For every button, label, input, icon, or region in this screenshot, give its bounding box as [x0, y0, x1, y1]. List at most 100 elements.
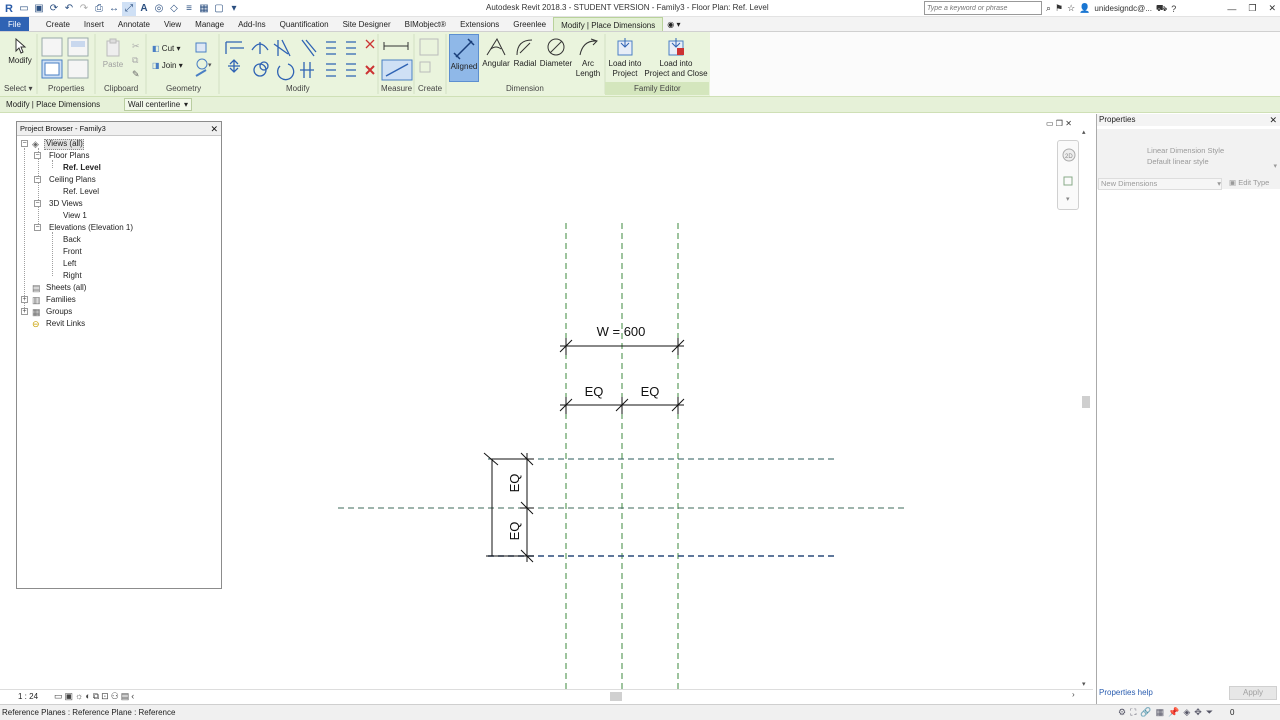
vertical-scroll-thumb[interactable] [1082, 396, 1090, 408]
user-icon[interactable]: 👤 [1079, 3, 1090, 14]
tree-view-1[interactable]: View 1 [63, 210, 87, 222]
select-panel-label[interactable]: Select ▾ [4, 84, 32, 93]
measure-icon[interactable]: ↔ [107, 2, 121, 16]
collapse-icon[interactable]: − [34, 176, 41, 183]
3d-view-icon[interactable]: ◎ [152, 2, 166, 16]
tab-bimobject[interactable]: BIMobject® [398, 17, 453, 31]
zoom-icon[interactable] [1063, 176, 1073, 186]
expand-icon[interactable]: + [21, 296, 28, 303]
width-dimension[interactable] [559, 338, 685, 355]
eq-label-bottom[interactable]: EQ [507, 522, 522, 541]
tab-annotate[interactable]: Annotate [111, 17, 157, 31]
close-window-icon[interactable]: ✕ [1268, 3, 1276, 14]
tree-3d-views[interactable]: 3D Views [49, 198, 83, 210]
filter-icon[interactable]: ⏷ [1206, 707, 1217, 717]
tree-elevations[interactable]: Elevations (Elevation 1) [49, 222, 133, 234]
tab-quantification[interactable]: Quantification [273, 17, 336, 31]
visual-style-icon[interactable]: ▣ [65, 691, 76, 701]
apply-button[interactable]: Apply [1229, 686, 1277, 700]
help-icon[interactable]: ? [1171, 4, 1176, 14]
sun-path-icon[interactable]: ☼ [75, 691, 85, 701]
drag-elements-icon[interactable]: ✥ [1194, 707, 1206, 717]
undo-icon[interactable]: ↶ [62, 2, 76, 16]
tab-site-designer[interactable]: Site Designer [336, 17, 398, 31]
view-close-icon[interactable]: ✕ [1065, 119, 1072, 128]
tree-elevation-front[interactable]: Front [63, 246, 82, 258]
clipboard-small-icons[interactable]: ✂ ⧉ ✎ [130, 40, 144, 80]
redo-icon[interactable]: ↷ [77, 2, 91, 16]
design-options-icon[interactable]: ⛶ [1130, 707, 1140, 717]
tab-manage[interactable]: Manage [188, 17, 231, 31]
close-hidden-icon[interactable]: ▢ [212, 2, 226, 16]
cart-icon[interactable]: ⛟ [1156, 3, 1167, 15]
select-underlay-icon[interactable]: ▦ [1156, 707, 1169, 717]
aligned-dimension-button[interactable]: Aligned [449, 34, 479, 82]
tree-elevation-left[interactable]: Left [63, 258, 76, 270]
tree-ceiling-plans[interactable]: Ceiling Plans [49, 174, 96, 186]
angular-dimension-button[interactable]: Angular [482, 37, 510, 68]
reveal-hidden-icon[interactable]: ▤ [121, 691, 132, 701]
eq-label-top[interactable]: EQ [507, 474, 522, 493]
properties-help-link[interactable]: Properties help [1099, 688, 1153, 697]
minimize-icon[interactable]: — [1227, 4, 1236, 14]
tab-greenlee[interactable]: Greenlee [506, 17, 553, 31]
shadows-icon[interactable]: ◐ [85, 691, 92, 701]
tree-elevation-back[interactable]: Back [63, 234, 81, 246]
eq-label-left[interactable]: EQ [585, 384, 604, 399]
geometry-small-icons[interactable]: ▾ [193, 40, 217, 80]
show-crop-icon[interactable]: ⊡ [101, 691, 111, 701]
revit-logo-icon[interactable]: R [2, 2, 16, 16]
switch-windows-icon[interactable]: ▦ [197, 2, 211, 16]
instance-filter-select[interactable]: New Dimensions ▾ [1098, 178, 1222, 190]
print-icon[interactable]: ⎙ [92, 2, 106, 16]
width-dimension-label[interactable]: W = 600 [597, 324, 646, 339]
create-group-icons[interactable] [417, 36, 443, 82]
tab-add-ins[interactable]: Add-Ins [231, 17, 273, 31]
view-restore-icon[interactable]: ❐ [1056, 119, 1063, 128]
expand-icon[interactable]: + [21, 308, 28, 315]
tab-create[interactable]: Create [39, 17, 77, 31]
scroll-up-icon[interactable]: ▴ [1082, 128, 1086, 136]
tab-modify-place-dimensions[interactable]: Modify | Place Dimensions [553, 17, 664, 31]
favorites-icon[interactable]: ☆ [1067, 3, 1075, 14]
vertical-scrollbar[interactable]: ▴ ▾ [1081, 128, 1091, 689]
eq-horizontal-dimension[interactable] [559, 397, 685, 414]
tree-ceiling-plan-ref-level[interactable]: Ref. Level [63, 186, 99, 198]
join-button[interactable]: ◨ Join ▾ [152, 61, 183, 70]
radial-dimension-button[interactable]: Radial [512, 37, 538, 68]
temporary-hide-icon[interactable]: ⚇ [111, 691, 121, 701]
tree-families[interactable]: Families [46, 294, 76, 306]
collapse-icon[interactable]: − [34, 152, 41, 159]
thin-lines-icon[interactable]: ≡ [182, 2, 196, 16]
eq-label-right[interactable]: EQ [641, 384, 660, 399]
select-pinned-icon[interactable]: 📌 [1168, 707, 1183, 717]
collapse-icon[interactable]: − [34, 224, 41, 231]
view-minimize-icon[interactable]: ▭ [1046, 119, 1054, 128]
tree-floor-plans[interactable]: Floor Plans [49, 150, 89, 162]
save-icon[interactable]: ▣ [32, 2, 46, 16]
arc-length-dimension-button[interactable]: Arc Length [574, 37, 602, 79]
load-into-project-and-close-button[interactable]: Load into Project and Close [644, 37, 708, 79]
collapse-icon[interactable]: − [21, 140, 28, 147]
tab-file[interactable]: File [0, 17, 29, 31]
binoculars-icon[interactable]: ⌕ [1046, 3, 1051, 14]
tree-floor-plan-ref-level[interactable]: Ref. Level [63, 162, 101, 174]
user-name[interactable]: unidesigndc@... [1094, 4, 1152, 13]
close-icon[interactable]: ✕ [1269, 114, 1277, 126]
close-icon[interactable]: ✕ [210, 122, 218, 136]
paste-button[interactable]: Paste [100, 38, 126, 69]
modify-button[interactable]: Modify [6, 38, 34, 65]
customize-qat-icon[interactable]: ▾ [227, 2, 241, 16]
ribbon-toggle-icon[interactable]: ◉ ▾ [663, 17, 684, 31]
scroll-right-icon[interactable]: › [1072, 690, 1075, 699]
properties-tools-icons[interactable] [40, 36, 94, 80]
open-icon[interactable]: ▭ [17, 2, 31, 16]
collapse-icon[interactable]: − [34, 200, 41, 207]
load-into-project-button[interactable]: Load into Project [606, 37, 644, 79]
view-scale[interactable]: 1 : 24 [18, 692, 38, 701]
scroll-down-icon[interactable]: ▾ [1082, 680, 1086, 688]
horizontal-scroll-thumb[interactable] [610, 692, 622, 701]
subscription-icon[interactable]: ⚑ [1055, 3, 1063, 14]
help-search-input[interactable] [924, 1, 1042, 15]
pick-reference-select[interactable]: Wall centerline ▾ [124, 98, 192, 111]
